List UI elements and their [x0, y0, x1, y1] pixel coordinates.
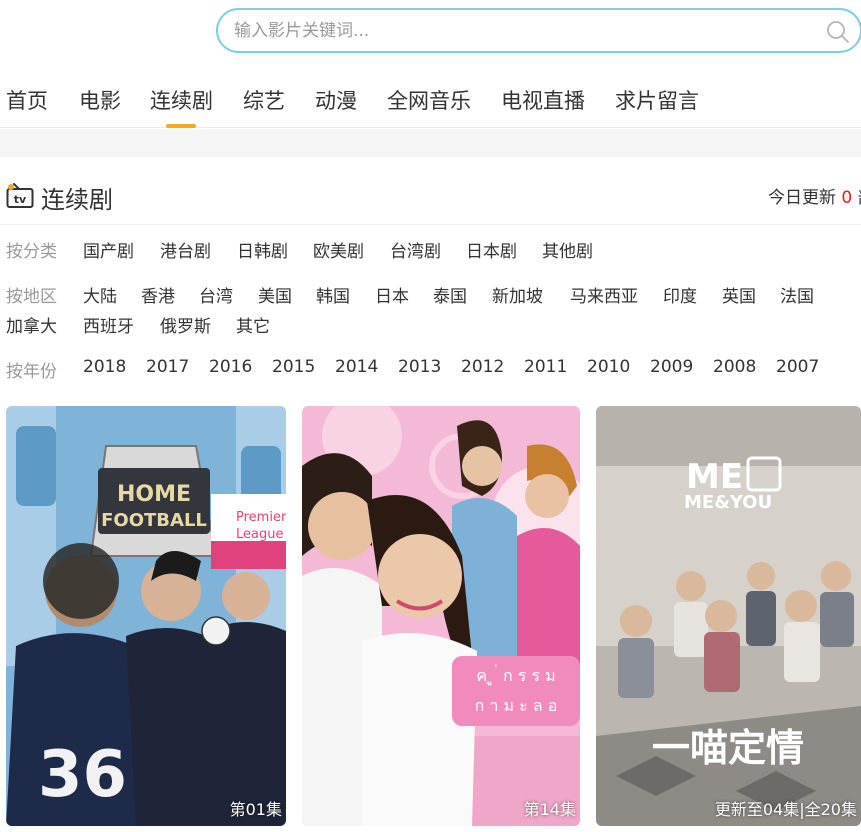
filter-region-item[interactable]: 印度: [663, 282, 697, 307]
filter-region-item[interactable]: 香港: [141, 282, 175, 307]
series-poster: ME ME&YOU 一喵定情: [596, 406, 861, 826]
poster-text: ME: [686, 457, 743, 497]
filter-year-item[interactable]: 2018: [83, 357, 126, 377]
nav-item-requests[interactable]: 求片留言: [615, 85, 699, 115]
search-box[interactable]: [216, 8, 861, 53]
svg-text:ค ู ่ ก ร ร ม: ค ู ่ ก ร ร ม: [476, 664, 555, 686]
section-header: [0, 157, 861, 225]
filter-year-item[interactable]: 2011: [524, 357, 567, 377]
poster-text: Premier: [236, 510, 286, 525]
poster-text: League: [236, 527, 283, 542]
series-card[interactable]: ME ME&YOU 一喵定情 更新至04集|全20集: [596, 406, 861, 826]
filter-year-item[interactable]: 2012: [461, 357, 504, 377]
filter-label-region: 按地区: [6, 287, 57, 307]
episode-caption: 第14集: [523, 800, 576, 819]
poster-text: ME&YOU: [684, 492, 772, 513]
filter-label-category: 按分类: [6, 242, 57, 262]
nav-item-movies[interactable]: 电影: [79, 85, 121, 115]
episode-caption: 更新至04集|全20集: [714, 800, 857, 819]
filter-category-item[interactable]: 台湾剧: [390, 237, 441, 262]
filter-year-item[interactable]: 2017: [146, 357, 189, 377]
nav-item-music[interactable]: 全网音乐: [387, 85, 471, 115]
search-input[interactable]: [218, 10, 860, 51]
poster-text: 一喵定情: [652, 726, 804, 770]
filter-category-item[interactable]: 国产剧: [83, 237, 134, 262]
filter-year-item[interactable]: 2008: [713, 357, 756, 377]
filter-region-item[interactable]: 马来西亚: [570, 282, 638, 307]
series-card[interactable]: ค ู ่ ก ร ร ม ก า ม ะ ล อ 第14集: [302, 406, 580, 826]
filter-region-item[interactable]: 新加坡: [492, 282, 543, 307]
filter-region-item[interactable]: 法国: [780, 282, 814, 307]
active-tab-indicator: [166, 124, 196, 128]
filter-region-item[interactable]: 美国: [258, 282, 292, 307]
filter-category-item[interactable]: 日韩剧: [237, 237, 288, 262]
filter-year-item[interactable]: 2013: [398, 357, 441, 377]
filter-year-item[interactable]: 2007: [776, 357, 819, 377]
filter-region-item[interactable]: 大陆: [83, 282, 117, 307]
nav-item-variety[interactable]: 综艺: [243, 85, 285, 115]
filter-year-item[interactable]: 2016: [209, 357, 252, 377]
filter-region-item[interactable]: 加拿大: [6, 312, 57, 337]
filter-year-item[interactable]: 2010: [587, 357, 630, 377]
filter-region-item[interactable]: 西班牙: [83, 312, 134, 337]
filter-category-item[interactable]: 其他剧: [542, 237, 593, 262]
episode-caption: 第01集: [229, 800, 282, 819]
search-icon[interactable]: [826, 20, 850, 44]
filter-category-item[interactable]: 日本剧: [466, 237, 517, 262]
series-poster: HOME FOOTBALL Premier League 36: [6, 406, 286, 826]
poster-text: 36: [38, 738, 127, 812]
poster-text: HOME: [117, 482, 191, 507]
svg-text:ก า ม ะ ล อ: ก า ม ะ ล อ: [475, 696, 558, 715]
nav-item-series[interactable]: 连续剧: [150, 85, 213, 115]
update-count: 0: [841, 188, 853, 208]
svg-text:tv: tv: [14, 193, 27, 206]
tv-icon: tv: [6, 183, 34, 208]
filter-region-item[interactable]: 日本: [375, 282, 409, 307]
filter-category-item[interactable]: 欧美剧: [313, 237, 364, 262]
update-suffix: 部: [858, 188, 861, 208]
nav-item-live-tv[interactable]: 电视直播: [501, 85, 585, 115]
filter-category-item[interactable]: 港台剧: [160, 237, 211, 262]
filter-region-item[interactable]: 韩国: [316, 282, 350, 307]
filter-year-item[interactable]: 2015: [272, 357, 315, 377]
poster-text: FOOTBALL: [101, 510, 207, 531]
section-divider: [0, 129, 861, 157]
nav-item-anime[interactable]: 动漫: [315, 85, 357, 115]
filter-region-item[interactable]: 台湾: [199, 282, 233, 307]
filter-year-item[interactable]: 2014: [335, 357, 378, 377]
series-poster: ค ู ่ ก ร ร ม ก า ม ะ ล อ: [302, 406, 580, 826]
filter-label-year: 按年份: [6, 362, 57, 382]
filter-year-item[interactable]: 2009: [650, 357, 693, 377]
filter-region-item[interactable]: 泰国: [433, 282, 467, 307]
filter-region-item[interactable]: 其它: [236, 312, 270, 337]
update-prefix: 今日更新: [768, 188, 836, 208]
nav-item-home[interactable]: 首页: [6, 85, 48, 115]
series-card[interactable]: HOME FOOTBALL Premier League 36 第01集: [6, 406, 286, 826]
filter-region-item[interactable]: 俄罗斯: [160, 312, 211, 337]
today-update-status: 今日更新 0 部: [768, 183, 861, 208]
filter-region-item[interactable]: 英国: [722, 282, 756, 307]
section-title: 连续剧: [41, 186, 113, 214]
